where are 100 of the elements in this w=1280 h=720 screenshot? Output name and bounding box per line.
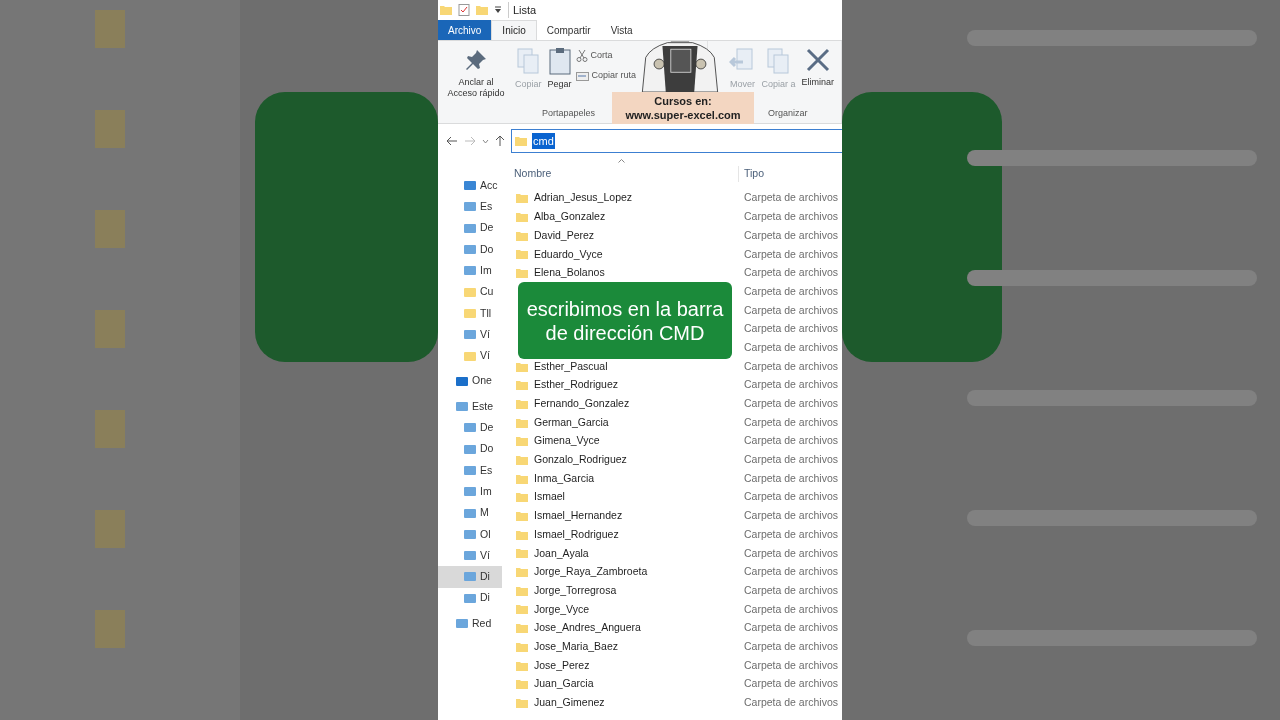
- file-name[interactable]: German_Garcia: [534, 414, 609, 431]
- sidebar-item[interactable]: Ví: [438, 545, 502, 567]
- file-type: Carpeta de archivos: [743, 489, 838, 505]
- file-name[interactable]: Gonzalo_Rodriguez: [534, 452, 627, 468]
- item-icon: [464, 507, 476, 519]
- file-type: Carpeta de archivos: [743, 508, 838, 524]
- file-name[interactable]: Alba_Gonzalez: [534, 209, 606, 225]
- file-name[interactable]: Eduardo_Vyce: [534, 246, 603, 263]
- item-icon: [464, 222, 476, 234]
- folder-icon: [516, 528, 528, 541]
- item-icon: [464, 350, 476, 362]
- ribbon-button[interactable]: Anclar al Acceso rápido: [441, 47, 511, 99]
- ribbon-button[interactable]: Corta: [575, 47, 637, 65]
- folder-icon: [516, 229, 528, 242]
- item-icon: [464, 550, 476, 562]
- ribbon-tab[interactable]: Vista: [600, 20, 643, 40]
- file-name[interactable]: Ismael: [534, 489, 565, 506]
- sidebar-item[interactable]: Di: [438, 587, 502, 609]
- sidebar-item[interactable]: De: [438, 417, 502, 439]
- item-icon: [456, 375, 468, 387]
- up-arrow-icon[interactable]: [495, 135, 505, 147]
- file-type: Carpeta de archivos: [743, 676, 838, 692]
- address-field[interactable]: cmd: [511, 129, 842, 153]
- file-name[interactable]: David_Perez: [534, 227, 595, 244]
- file-type: Carpeta de archivos: [743, 452, 838, 468]
- file-name[interactable]: Jose_Maria_Baez: [534, 638, 619, 655]
- sidebar-item[interactable]: Di: [438, 566, 502, 588]
- ribbon-button[interactable]: Eliminar: [799, 47, 836, 88]
- folder-icon: [516, 622, 528, 635]
- file-type: Carpeta de archivos: [743, 321, 838, 337]
- file-name[interactable]: Adrian_Jesus_Lopez: [534, 190, 633, 207]
- back-arrow-icon[interactable]: [446, 136, 458, 146]
- folder-icon: [516, 566, 528, 579]
- folder-icon: [516, 211, 528, 224]
- file-name[interactable]: Juan_Gimenez: [534, 695, 605, 711]
- ribbon-tab[interactable]: Archivo: [438, 20, 492, 40]
- folder-icon: [516, 192, 528, 205]
- file-type: Carpeta de archivos: [743, 265, 838, 281]
- folder-icon: [516, 435, 528, 448]
- sidebar-item[interactable]: Do: [438, 438, 502, 460]
- file-name[interactable]: Joan_Ayala: [534, 545, 589, 562]
- close-icon: [804, 47, 831, 73]
- item-icon: [456, 401, 468, 413]
- sort-caret-icon: [618, 159, 625, 163]
- file-type: Carpeta de archivos: [743, 190, 838, 206]
- ribbon-button[interactable]: Pegar: [545, 47, 574, 90]
- sidebar-item[interactable]: M: [438, 502, 502, 524]
- file-name[interactable]: Jose_Andres_Anguera: [534, 620, 641, 637]
- sidebar-item[interactable]: Es: [438, 196, 502, 218]
- chevron-icon[interactable]: [482, 138, 489, 144]
- dropdown-icon: [494, 6, 502, 14]
- folder-icon: [516, 696, 528, 709]
- sidebar-item[interactable]: De: [438, 217, 502, 239]
- file-name[interactable]: Jorge_Vyce: [534, 601, 590, 618]
- sidebar-item[interactable]: Im: [438, 481, 502, 503]
- file-type: Carpeta de archivos: [743, 620, 838, 636]
- promo-link[interactable]: www.super-excel.com: [625, 108, 741, 122]
- file-name[interactable]: Jorge_Torregrosa: [534, 582, 617, 599]
- file-type: Carpeta de archivos: [743, 545, 838, 561]
- ribbon-tab[interactable]: Compartir: [536, 20, 601, 40]
- file-name[interactable]: Fernando_Gonzalez: [534, 396, 630, 412]
- file-name[interactable]: Jorge_Raya_Zambroeta: [534, 564, 648, 580]
- column-header[interactable]: Nombre: [502, 166, 738, 182]
- file-type: Carpeta de archivos: [743, 695, 838, 711]
- item-icon: [464, 265, 476, 277]
- sidebar-item[interactable]: Tll: [438, 302, 502, 325]
- sidebar-item[interactable]: Ví: [438, 324, 502, 346]
- file-name[interactable]: Jose_Perez: [534, 657, 590, 674]
- file-type: Carpeta de archivos: [743, 377, 838, 393]
- column-header[interactable]: Tipo: [738, 166, 765, 182]
- sidebar-item[interactable]: Cu: [438, 281, 502, 303]
- sidebar-item[interactable]: Ol: [438, 523, 502, 546]
- folder-icon: [516, 547, 528, 560]
- group-label: Organizar: [768, 106, 808, 120]
- file-type: Carpeta de archivos: [743, 396, 838, 412]
- properties-icon: [458, 4, 470, 16]
- file-type: Carpeta de archivos: [743, 283, 838, 299]
- address-text: cmd: [532, 132, 555, 150]
- sidebar-item[interactable]: Es: [438, 459, 502, 482]
- sidebar-item[interactable]: Acc: [438, 175, 502, 197]
- folder-icon: [440, 4, 452, 16]
- ribbon-button[interactable]: Copiar ruta: [575, 67, 637, 85]
- folder-icon: [516, 379, 528, 392]
- sidebar-item[interactable]: Ví: [438, 345, 502, 367]
- ribbon-tab[interactable]: Inicio: [491, 20, 537, 40]
- file-name[interactable]: Juan_Garcia: [534, 676, 594, 693]
- file-name[interactable]: Esther_Rodriguez: [534, 377, 619, 394]
- sidebar-item[interactable]: One: [438, 370, 502, 392]
- sidebar-item[interactable]: Do: [438, 238, 502, 261]
- file-name[interactable]: Ismael_Rodriguez: [534, 526, 619, 543]
- file-name[interactable]: Inma_Garcia: [534, 470, 595, 487]
- file-name[interactable]: Gimena_Vyce: [534, 433, 600, 450]
- file-name[interactable]: Elena_Bolanos: [534, 265, 605, 281]
- sidebar-item[interactable]: Im: [438, 260, 502, 282]
- file-name[interactable]: Ismael_Hernandez: [534, 508, 623, 524]
- sidebar-item[interactable]: Este: [438, 395, 502, 418]
- file-name[interactable]: Esther_Pascual: [534, 358, 608, 375]
- item-icon: [456, 618, 468, 630]
- sidebar-item[interactable]: Red: [438, 612, 502, 635]
- file-type: Carpeta de archivos: [743, 433, 838, 449]
